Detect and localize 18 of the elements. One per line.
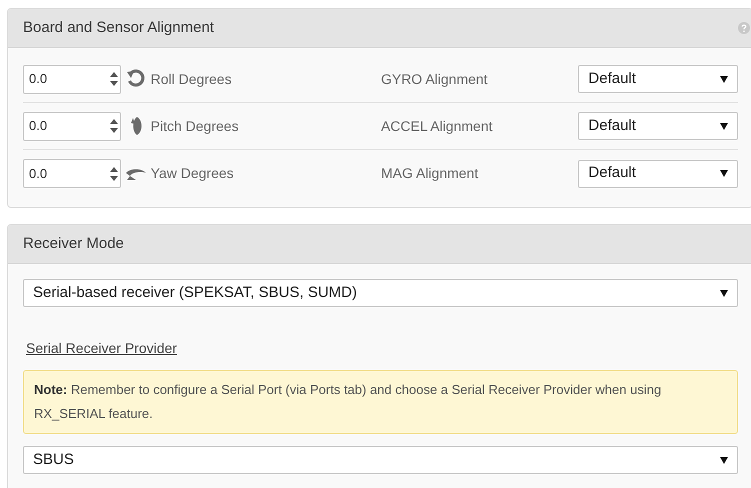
dropdown-select[interactable]: Default <box>578 65 738 93</box>
number-input[interactable]: 0.0 <box>23 112 121 140</box>
axis-label: Pitch Degrees <box>150 116 240 136</box>
panel-title: Receiver Mode <box>23 234 124 254</box>
sensor-label: ACCEL Alignment <box>380 116 494 136</box>
panel-title: Board and Sensor Alignment <box>23 18 214 38</box>
number-input[interactable]: 0.0 <box>23 64 121 94</box>
axis-label: Yaw Degrees <box>150 164 235 183</box>
section-heading: Serial Receiver Provider <box>26 340 177 356</box>
sensor-label: MAG Alignment <box>380 164 480 183</box>
dropdown-select[interactable]: Default <box>578 160 738 188</box>
sensor-label: GYRO Alignment <box>380 70 489 89</box>
dropdown-select[interactable]: SBUS <box>23 446 738 474</box>
dropdown-select[interactable]: Default <box>578 112 738 140</box>
note-text: Note: Remember to configure a Serial Port (via Ports tab) and choose a Serial Receiver Provider when using RX_SERIAL feature. <box>34 381 662 423</box>
number-input[interactable]: 0.0 <box>23 159 121 188</box>
dropdown-select[interactable]: Serial-based receiver (SPEKSAT, SBUS, SUMD) <box>23 279 738 307</box>
axis-label: Roll Degrees <box>150 70 233 89</box>
